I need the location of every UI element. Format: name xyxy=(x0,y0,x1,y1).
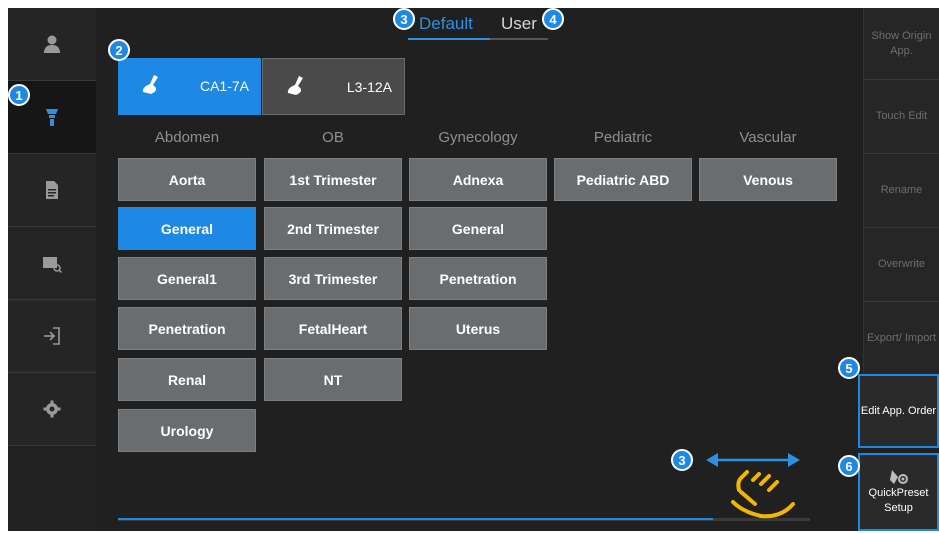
image-search-icon xyxy=(43,257,62,273)
probe-button-l3-12a[interactable]: L3-12A xyxy=(262,58,405,115)
probe-icon xyxy=(46,109,58,126)
category-abdomen: Abdomen xyxy=(154,129,220,146)
callout-4: 4 xyxy=(542,8,564,30)
category-ob: OB xyxy=(322,129,344,146)
export-import-button[interactable]: Export/ Import xyxy=(863,302,939,376)
exit-icon xyxy=(44,327,60,345)
preset-1st-trimester[interactable]: 1st Trimester xyxy=(264,158,402,201)
category-gynecology: Gynecology xyxy=(438,129,518,146)
probe-icon xyxy=(142,75,158,94)
preset-fetalheart[interactable]: FetalHeart xyxy=(264,307,402,350)
preset-gyn-penetration[interactable]: Penetration xyxy=(409,257,547,300)
rename-button[interactable]: Rename xyxy=(863,154,939,228)
preset-gyn-general[interactable]: General xyxy=(409,207,547,250)
gear-icon xyxy=(43,400,61,418)
probe-label: L3-12A xyxy=(346,79,392,95)
tab-default[interactable]: Default xyxy=(419,14,473,34)
touch-edit-button[interactable]: Touch Edit xyxy=(863,80,939,154)
overwrite-button[interactable]: Overwrite xyxy=(863,228,939,302)
callout-2: 2 xyxy=(108,39,130,61)
sidebar-empty-area xyxy=(8,448,96,531)
quickpreset-setup-button[interactable]: QuickPreset Setup xyxy=(858,453,939,531)
sidebar-item-patient[interactable] xyxy=(8,8,96,81)
left-sidebar xyxy=(8,8,96,448)
preset-pediatric-abd[interactable]: Pediatric ABD xyxy=(554,158,692,201)
preset-aorta[interactable]: Aorta xyxy=(118,158,256,201)
sidebar-item-report[interactable] xyxy=(8,154,96,227)
preset-general[interactable]: General xyxy=(118,207,256,250)
quickpreset-label: QuickPreset Setup xyxy=(868,487,929,514)
callout-3: 3 xyxy=(393,8,415,30)
category-pediatric: Pediatric xyxy=(593,129,653,146)
document-icon xyxy=(46,181,58,199)
preset-nt[interactable]: NT xyxy=(264,358,402,401)
probe-icon xyxy=(287,76,303,95)
show-origin-app-button[interactable]: Show Origin App. xyxy=(863,8,939,80)
user-icon xyxy=(44,35,60,53)
callout-3-swipe: 3 xyxy=(671,449,693,471)
swipe-hand-icon xyxy=(731,470,795,519)
scroll-thumb[interactable] xyxy=(118,518,713,520)
edit-app-order-button[interactable]: Edit App. Order xyxy=(858,374,939,448)
sidebar-item-settings[interactable] xyxy=(8,373,96,446)
callout-5: 5 xyxy=(838,357,860,379)
preset-venous[interactable]: Venous xyxy=(699,158,837,201)
sidebar-item-exit[interactable] xyxy=(8,300,96,373)
tab-user-underline xyxy=(490,38,548,40)
probe-label: CA1-7A xyxy=(199,78,249,94)
preset-penetration[interactable]: Penetration xyxy=(118,307,256,350)
preset-general1[interactable]: General1 xyxy=(118,257,256,300)
category-vascular: Vascular xyxy=(739,129,797,146)
preset-adnexa[interactable]: Adnexa xyxy=(409,158,547,201)
preset-uterus[interactable]: Uterus xyxy=(409,307,547,350)
sidebar-item-review[interactable] xyxy=(8,227,96,300)
tab-user[interactable]: User xyxy=(501,14,537,34)
callout-6: 6 xyxy=(838,455,860,477)
callout-1: 1 xyxy=(8,84,30,106)
preset-renal[interactable]: Renal xyxy=(118,358,256,401)
quickpreset-icon xyxy=(889,470,908,484)
preset-urology[interactable]: Urology xyxy=(118,409,256,452)
preset-3rd-trimester[interactable]: 3rd Trimester xyxy=(264,257,402,300)
preset-2nd-trimester[interactable]: 2nd Trimester xyxy=(264,207,402,250)
probe-button-ca1-7a[interactable]: CA1-7A xyxy=(118,58,261,115)
tab-default-underline xyxy=(408,38,490,40)
